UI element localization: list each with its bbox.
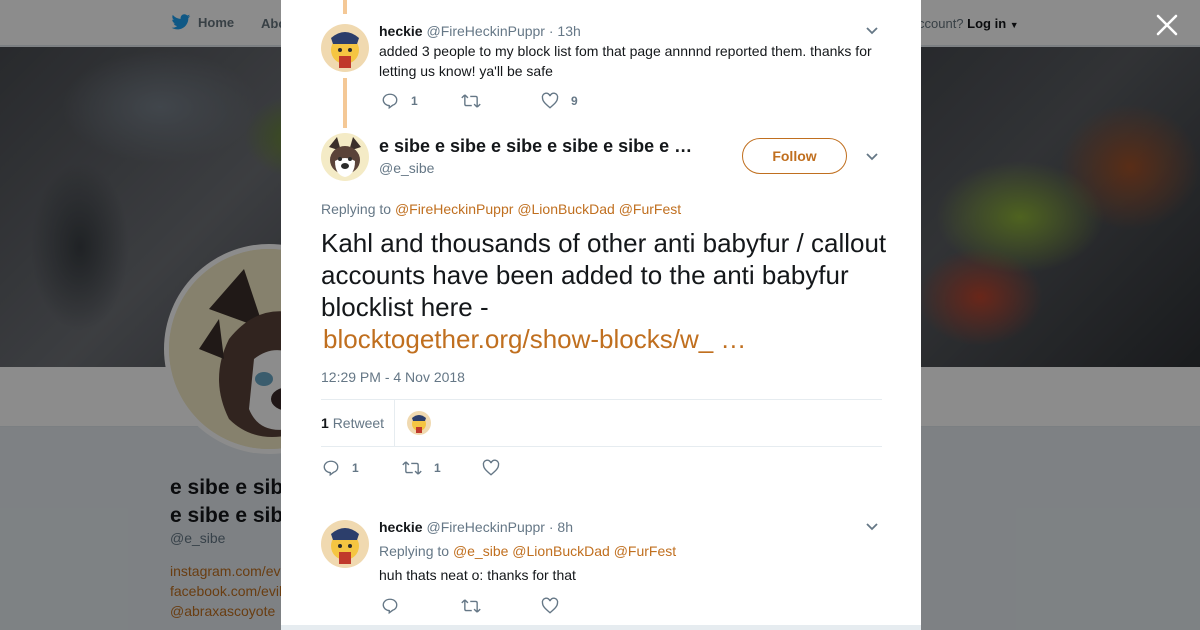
like-button[interactable]: 9 <box>541 92 621 110</box>
reply-button[interactable]: 1 <box>322 459 402 477</box>
tweet-time[interactable]: · 8h <box>549 519 573 535</box>
reply-count: 1 <box>411 94 418 108</box>
author-handle[interactable]: @e_sibe <box>379 160 434 176</box>
avatar[interactable] <box>321 24 369 72</box>
tweet-body: Kahl and thousands of other anti babyfur… <box>321 228 887 322</box>
heckie-avatar-image <box>321 520 369 568</box>
tweet-text: added 3 people to my block list fom that… <box>379 43 872 79</box>
retweeter-avatar[interactable] <box>407 411 431 435</box>
husky-avatar-image <box>321 133 369 181</box>
close-button[interactable] <box>1154 12 1180 38</box>
tweet-actions: 1 1 <box>322 459 562 477</box>
chevron-down-icon[interactable] <box>865 522 879 532</box>
thread-connector <box>343 78 347 128</box>
retweet-button[interactable]: 1 <box>402 459 482 477</box>
retweet-icon <box>461 94 481 108</box>
reply-button[interactable]: 1 <box>381 92 461 110</box>
retweet-icon <box>461 599 481 613</box>
heart-icon <box>482 459 500 476</box>
reply-icon <box>323 460 339 477</box>
author-handle[interactable]: @FireHeckinPuppr <box>426 519 544 535</box>
reply-icon <box>382 598 398 615</box>
replying-to: Replying to @FireHeckinPuppr @LionBuckDa… <box>321 201 681 217</box>
heart-icon <box>541 597 559 614</box>
tweet-permalink-modal: heckie @FireHeckinPuppr · 13h added 3 pe… <box>281 0 921 630</box>
tweet-timestamp[interactable]: 12:29 PM - 4 Nov 2018 <box>321 369 465 385</box>
retweet-button[interactable] <box>461 92 541 110</box>
retweet-icon <box>402 461 422 475</box>
retweet-button[interactable] <box>461 597 541 615</box>
author-handle[interactable]: @FireHeckinPuppr <box>426 23 544 39</box>
mention-link[interactable]: @LionBuckDad <box>512 543 610 559</box>
reply-count: 1 <box>352 461 359 475</box>
replying-prefix: Replying to <box>321 201 392 217</box>
tweet-link[interactable]: blocktogether.org/show-blocks/w_ … <box>323 323 746 355</box>
retweet-stat-label: Retweet <box>332 415 385 431</box>
heart-icon <box>541 92 559 109</box>
tweet-actions: 1 9 <box>381 92 621 110</box>
author-name[interactable]: e sibe e sibe e sibe e sibe e sibe e … <box>379 136 692 157</box>
tweet-header: heckie @FireHeckinPuppr · 8h <box>379 519 573 535</box>
thread-connector <box>343 0 347 14</box>
chevron-down-icon[interactable] <box>865 152 879 162</box>
like-button[interactable] <box>482 459 562 477</box>
author-name[interactable]: heckie <box>379 23 423 39</box>
tweet-actions <box>381 597 621 615</box>
reply-button[interactable] <box>381 597 461 615</box>
tweet-time[interactable]: · 13h <box>549 23 581 39</box>
like-count: 9 <box>571 94 578 108</box>
mention-link[interactable]: @FireHeckinPuppr <box>395 201 513 217</box>
tweet-text: huh thats neat o: thanks for that <box>379 567 576 583</box>
retweet-stat[interactable]: 1 Retweet <box>321 415 384 431</box>
avatar[interactable] <box>321 520 369 568</box>
tweet-header: heckie @FireHeckinPuppr · 13h <box>379 23 581 39</box>
divider <box>394 400 395 447</box>
replying-prefix: Replying to <box>379 543 450 559</box>
like-button[interactable] <box>541 597 621 615</box>
heckie-avatar-image <box>407 411 431 435</box>
close-icon <box>1156 14 1178 36</box>
heckie-avatar-image <box>321 24 369 72</box>
tweet-text: Kahl and thousands of other anti babyfur… <box>321 227 891 355</box>
replying-to: Replying to @e_sibe @LionBuckDad @FurFes… <box>379 543 676 559</box>
tweet-stats: 1 Retweet <box>321 399 882 447</box>
retweet-stat-count: 1 <box>321 415 329 431</box>
avatar[interactable] <box>321 133 369 181</box>
retweet-count: 1 <box>434 461 441 475</box>
mention-link[interactable]: @FurFest <box>614 543 676 559</box>
modal-footer-bar <box>281 625 921 630</box>
reply-icon <box>382 93 398 110</box>
follow-button[interactable]: Follow <box>742 138 847 174</box>
author-name[interactable]: heckie <box>379 519 423 535</box>
chevron-down-icon[interactable] <box>865 26 879 36</box>
mention-link[interactable]: @FurFest <box>619 201 681 217</box>
mention-link[interactable]: @LionBuckDad <box>517 201 615 217</box>
mention-link[interactable]: @e_sibe <box>453 543 508 559</box>
